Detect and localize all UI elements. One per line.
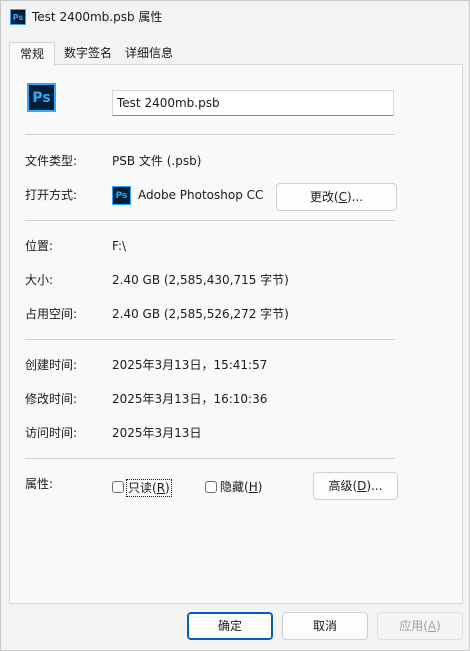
size-on-disk-value: 2.40 GB (2,585,526,272 字节) (112, 307, 289, 321)
separator (25, 220, 395, 221)
opens-with-label: 打开方式: (25, 188, 78, 202)
ok-button-label: 确定 (217, 619, 242, 633)
separator (25, 134, 395, 135)
size-on-disk-label: 占用空间: (25, 307, 78, 321)
file-icon-text: Ps (32, 89, 51, 106)
ps-app-icon: Ps (10, 9, 26, 25)
modified-value: 2025年3月13日，16:10:36 (112, 392, 268, 406)
hidden-accesskey: H (248, 480, 258, 494)
tab-digital-signatures[interactable]: 数字签名 (59, 42, 117, 64)
tab-details[interactable]: 详细信息 (121, 42, 177, 64)
change-button[interactable]: 更改(C)... (276, 183, 397, 211)
attributes-label: 属性: (25, 477, 54, 491)
readonly-label-text: 只读( (128, 481, 157, 495)
file-type-label: 文件类型: (25, 154, 78, 168)
apply-button-text: 应用( (399, 619, 428, 633)
file-name-input[interactable] (112, 90, 394, 116)
advanced-button[interactable]: 高级(D)... (313, 472, 398, 500)
change-button-text: 更改( (309, 190, 339, 204)
readonly-checkbox[interactable] (112, 481, 124, 493)
readonly-label-suffix: ) (165, 481, 170, 495)
tab-digital-signatures-label: 数字签名 (63, 46, 112, 60)
file-type-value: PSB 文件 (.psb) (112, 154, 202, 168)
location-value: F:\ (112, 239, 127, 253)
cancel-button[interactable]: 取消 (282, 612, 368, 640)
size-value: 2.40 GB (2,585,430,715 字节) (112, 273, 289, 287)
hidden-label-suffix: ) (257, 480, 263, 494)
modified-label: 修改时间: (25, 392, 78, 406)
window-title: Test 2400mb.psb 属性 (32, 10, 163, 24)
created-value: 2025年3月13日，15:41:57 (112, 358, 268, 372)
cancel-button-label: 取消 (312, 619, 337, 633)
properties-window: Ps Test 2400mb.psb 属性 常规 数字签名 详细信息 Ps 文件… (0, 0, 470, 651)
opens-with-value: Adobe Photoshop CC (138, 188, 264, 202)
file-type-icon: Ps (27, 83, 56, 112)
title-bar[interactable]: Ps Test 2400mb.psb 属性 (1, 1, 469, 33)
title-icon-text: Ps (12, 12, 24, 22)
hidden-label-text: 隐藏( (220, 480, 249, 494)
apply-button-suffix: ) (436, 619, 441, 633)
accessed-value: 2025年3月13日 (112, 426, 202, 440)
tab-general-label: 常规 (19, 47, 44, 61)
size-label: 大小: (25, 273, 54, 287)
readonly-accesskey: R (156, 481, 166, 495)
readonly-checkbox-label[interactable]: 只读(R) (126, 479, 172, 497)
opens-with-icon-text: Ps (115, 190, 128, 201)
apply-button[interactable]: 应用(A) (377, 612, 463, 640)
hidden-checkbox[interactable] (205, 481, 217, 493)
advanced-button-suffix: )... (366, 479, 383, 493)
created-label: 创建时间: (25, 358, 78, 372)
separator (25, 458, 395, 459)
photoshop-app-icon: Ps (112, 186, 131, 205)
separator (25, 339, 395, 340)
tab-general[interactable]: 常规 (9, 42, 55, 66)
change-button-suffix: )... (346, 190, 364, 204)
change-button-accesskey: C (338, 190, 347, 204)
accessed-label: 访问时间: (25, 426, 78, 440)
general-panel: Ps 文件类型: PSB 文件 (.psb) 打开方式: Ps Adobe Ph… (9, 64, 463, 604)
hidden-checkbox-label[interactable]: 隐藏(H) (220, 479, 262, 495)
location-label: 位置: (25, 239, 54, 253)
tab-details-label: 详细信息 (124, 46, 173, 60)
advanced-button-text: 高级( (328, 479, 358, 493)
apply-button-accesskey: A (427, 619, 437, 633)
ok-button[interactable]: 确定 (187, 612, 273, 640)
